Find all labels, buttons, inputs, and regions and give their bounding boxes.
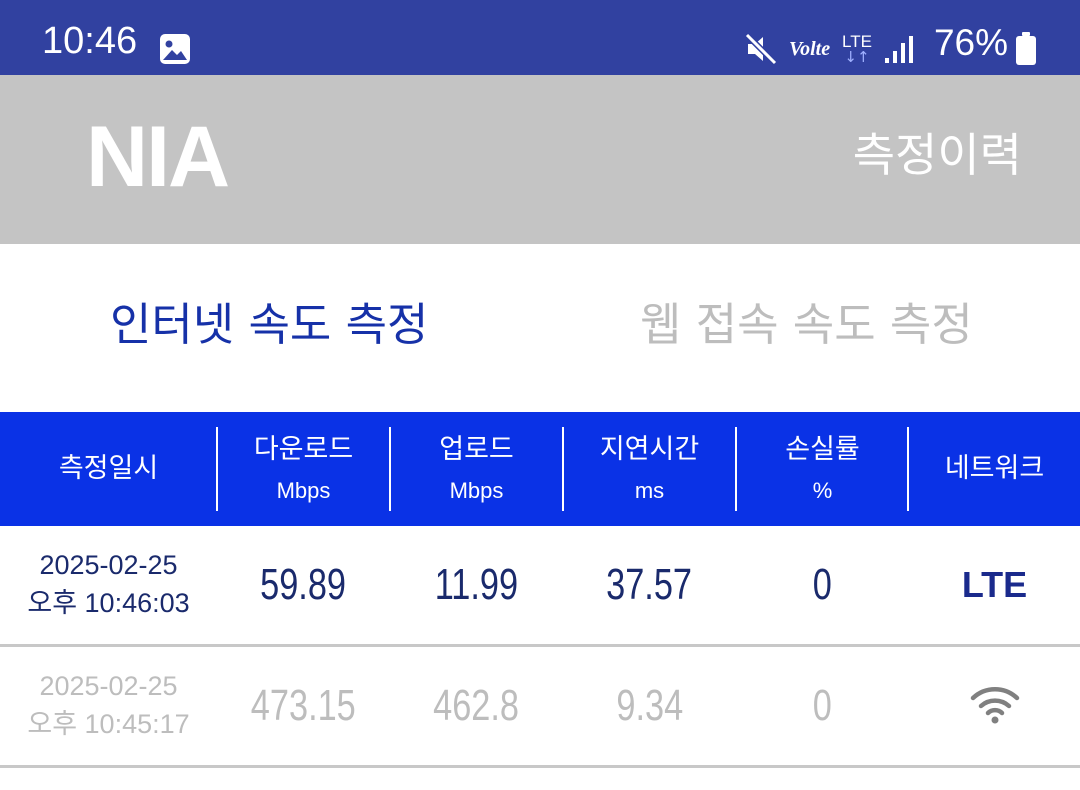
battery-icon — [1015, 32, 1037, 70]
column-header-upload: 업로드 Mbps — [391, 412, 562, 526]
cell-download: 473.15 — [218, 647, 389, 765]
column-unit: Mbps — [449, 478, 504, 503]
latency-value: 9.34 — [616, 681, 683, 730]
column-title: 지연시간 — [599, 433, 700, 465]
cell-network — [909, 647, 1080, 765]
cell-datetime: 2025-02-25 오후 10:45:17 — [0, 647, 217, 765]
mute-icon — [744, 32, 778, 70]
cell-upload: 11.99 — [391, 526, 562, 644]
cell-upload: 462.8 — [391, 647, 562, 765]
cell-datetime: 2025-02-25 오후 10:46:03 — [0, 526, 217, 644]
loss-value: 0 — [812, 681, 833, 730]
status-time: 10:46 — [42, 20, 138, 62]
status-bar: 10:46 Volte LTE ↓↑ 76% — [0, 0, 1080, 75]
cell-download: 59.89 — [218, 526, 389, 644]
network-type-label: LTE ↓↑ — [840, 33, 874, 65]
loss-value: 0 — [812, 560, 833, 609]
column-header-network: 네트워크 — [909, 412, 1080, 526]
cell-latency: 9.34 — [564, 647, 735, 765]
cell-date: 2025-02-25 — [39, 671, 178, 702]
wifi-icon — [970, 684, 1020, 728]
cell-loss: 0 — [737, 526, 908, 644]
cell-time: 오후 10:45:17 — [27, 709, 190, 739]
row-divider — [0, 765, 1080, 768]
column-unit: % — [812, 478, 833, 503]
gallery-notification-icon — [159, 33, 191, 69]
column-header-download: 다운로드 Mbps — [218, 412, 389, 526]
column-unit: ms — [634, 478, 665, 503]
cell-latency: 37.57 — [564, 526, 735, 644]
column-header-datetime: 측정일시 — [0, 412, 217, 526]
tab-internet-speed[interactable]: 인터넷 속도 측정 — [110, 302, 428, 347]
column-title: 다운로드 — [253, 433, 354, 465]
download-value: 59.89 — [260, 560, 347, 609]
column-title: 손실률 — [785, 433, 860, 465]
download-value: 473.15 — [251, 681, 356, 730]
volte-icon: Volte — [789, 38, 831, 60]
column-title: 네트워크 — [944, 452, 1045, 484]
history-button[interactable]: 측정이력 — [853, 132, 1022, 178]
cell-loss: 0 — [737, 647, 908, 765]
tab-web-speed[interactable]: 웹 접속 속도 측정 — [640, 302, 973, 347]
table-header: 측정일시 다운로드 Mbps 업로드 Mbps 지연시간 ms 손실률 % 네트… — [0, 412, 1080, 526]
data-arrows-icon: ↓↑ — [844, 48, 870, 66]
upload-value: 11.99 — [434, 560, 519, 609]
table-row[interactable]: 2025-02-25 오후 10:45:17 473.15 462.8 9.34… — [0, 647, 1080, 765]
nia-logo: NIA — [86, 109, 230, 205]
table-row[interactable]: 2025-02-25 오후 10:46:03 59.89 11.99 37.57… — [0, 526, 1080, 644]
battery-percent: 76% — [933, 22, 1008, 63]
cell-network: LTE — [909, 526, 1080, 644]
column-title: 업로드 — [439, 433, 514, 465]
cell-time: 오후 10:46:03 — [27, 588, 190, 618]
column-unit: Mbps — [276, 478, 331, 503]
lte-label: LTE — [961, 564, 1028, 605]
cell-date: 2025-02-25 — [39, 550, 178, 581]
column-header-loss: 손실률 % — [737, 412, 908, 526]
column-header-latency: 지연시간 ms — [564, 412, 735, 526]
latency-value: 37.57 — [606, 560, 693, 609]
signal-strength-icon — [884, 34, 914, 68]
column-title: 측정일시 — [58, 452, 159, 484]
upload-value: 462.8 — [433, 681, 520, 730]
